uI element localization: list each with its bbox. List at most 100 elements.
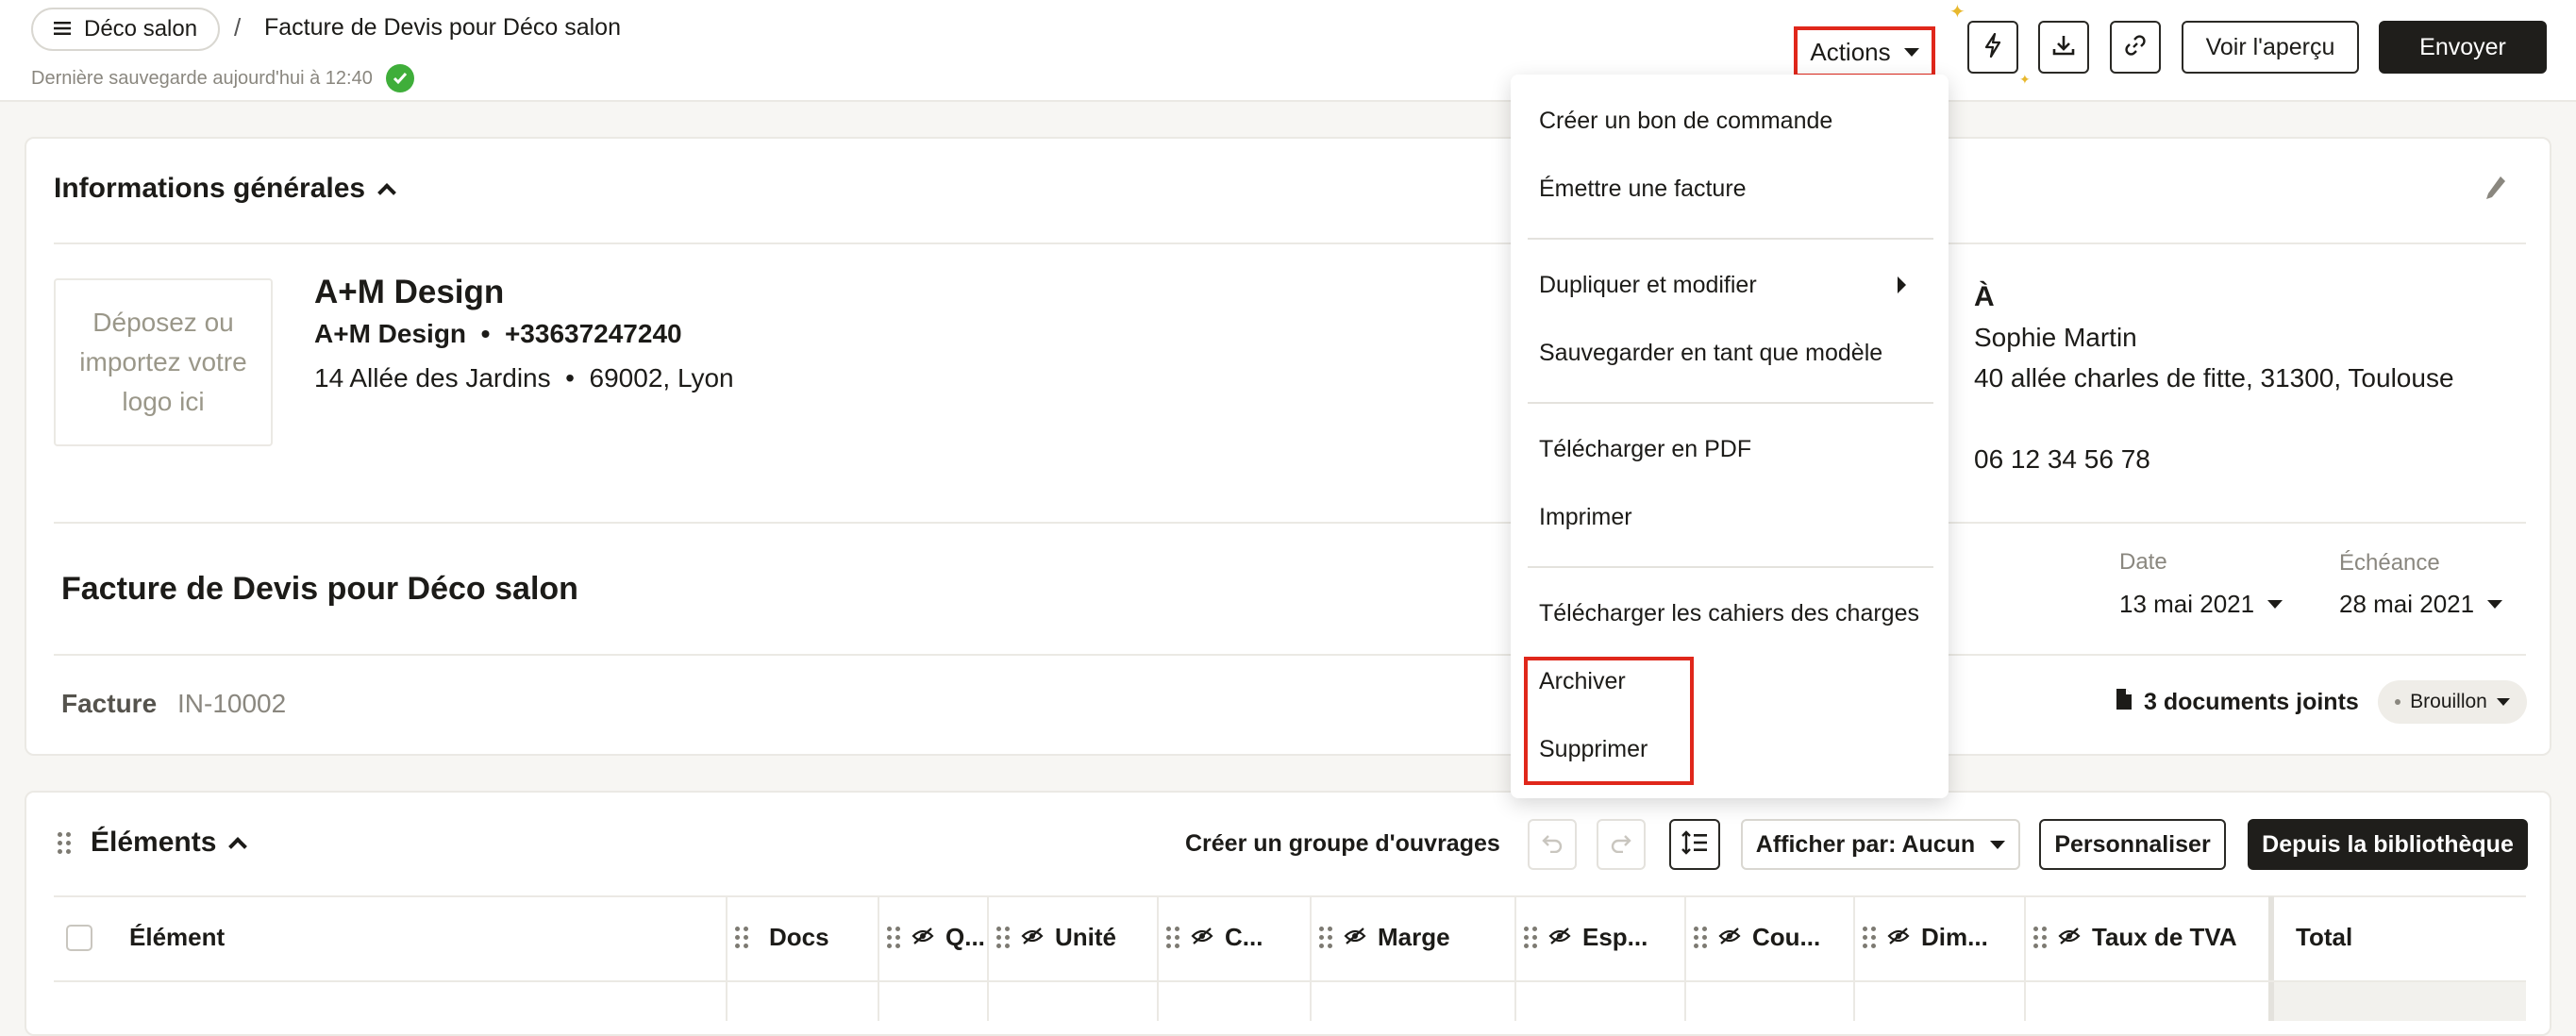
invoice-label: Facture [61, 689, 158, 718]
menu-item-create-purchase-order[interactable]: Créer un bon de commande [1539, 108, 1832, 135]
menu-item-issue-invoice[interactable]: Émettre une facture [1539, 175, 1747, 203]
status-dropdown[interactable]: Brouillon [2378, 680, 2527, 724]
column-divider [878, 896, 879, 1021]
select-all-checkbox[interactable] [66, 925, 92, 951]
caret-down-icon [1903, 47, 1919, 57]
eye-off-icon[interactable] [1548, 923, 1571, 952]
from-library-button[interactable]: Depuis la bibliothèque [2248, 819, 2528, 870]
customize-button[interactable]: Personnaliser [2039, 819, 2226, 870]
pencil-icon[interactable] [2484, 174, 2508, 207]
redo-button[interactable] [1597, 819, 1646, 870]
send-button[interactable]: Envoyer [2379, 21, 2547, 74]
date-value: 13 mai 2021 [2119, 590, 2255, 618]
drag-handle-icon[interactable] [2033, 927, 2047, 948]
chevron-up-icon [228, 837, 248, 856]
drag-handle-icon[interactable] [887, 927, 900, 948]
eye-off-icon[interactable] [2058, 923, 2081, 952]
drag-handle-icon[interactable] [1166, 927, 1179, 948]
menu-item-download-specifications[interactable]: Télécharger les cahiers des charges [1539, 600, 1919, 627]
sparkle-icon: ✦ [1949, 2, 1965, 23]
caret-down-icon [2487, 600, 2503, 609]
chevron-up-icon [377, 183, 396, 202]
logo-upload-dropzone[interactable]: Déposez ou importez votre logo ici [54, 278, 273, 446]
attachments-text: 3 documents joints [2144, 689, 2359, 715]
check-icon [385, 64, 414, 92]
display-by-dropdown[interactable]: Afficher par: Aucun [1741, 819, 2020, 870]
eye-off-icon[interactable] [1718, 923, 1741, 952]
drag-handle-icon[interactable] [996, 927, 1010, 948]
display-by-label: Afficher par: Aucun [1755, 830, 1976, 858]
column-header-margin[interactable]: Marge [1319, 923, 1450, 952]
recipient-label: À [1974, 281, 1995, 312]
client-address: 40 allée charles de fitte, 31300, Toulou… [1974, 363, 2454, 393]
client-phone: 06 12 34 56 78 [1974, 444, 2150, 474]
eye-off-icon[interactable] [1887, 923, 1910, 952]
company-contact-line: A+M Design • +33637247240 [314, 319, 682, 348]
drag-handle-icon[interactable] [735, 927, 748, 948]
undo-icon [1541, 832, 1564, 858]
column-header-dimensions[interactable]: Dim... [1863, 923, 1988, 952]
date-label: Date [2119, 549, 2167, 575]
status-dot-icon [2395, 699, 2401, 705]
caret-down-icon [2267, 600, 2283, 609]
highlight-box [1524, 657, 1694, 785]
quick-action-button[interactable] [1967, 21, 2018, 74]
line-height-button[interactable] [1669, 819, 1720, 870]
column-divider [1684, 896, 1686, 1021]
column-label: Docs [769, 923, 829, 951]
drag-handle-icon[interactable] [1319, 927, 1332, 948]
undo-button[interactable] [1528, 819, 1577, 870]
sparkle-icon: ✦ [2019, 72, 2031, 87]
preview-button[interactable]: Voir l'aperçu [2182, 21, 2359, 74]
eye-off-icon[interactable] [1191, 923, 1213, 952]
actions-button[interactable]: Actions [1794, 26, 1935, 77]
due-date-picker[interactable]: 28 mai 2021 [2339, 590, 2503, 619]
eye-off-icon[interactable] [912, 923, 934, 952]
column-divider [987, 896, 989, 1021]
column-label: Q... [945, 923, 985, 951]
drag-handle-icon[interactable] [1863, 927, 1876, 948]
column-header-quantity[interactable]: Q... [887, 923, 985, 952]
menu-item-print[interactable]: Imprimer [1539, 504, 1632, 531]
column-header-space[interactable]: Esp... [1524, 923, 1648, 952]
invoice-number: IN-10002 [177, 689, 287, 718]
column-header-total[interactable]: Total [2296, 923, 2352, 952]
drag-handle-icon[interactable] [58, 832, 71, 854]
download-button[interactable] [2038, 21, 2089, 74]
column-header-element[interactable]: Élément [129, 923, 225, 952]
download-icon [2051, 33, 2076, 62]
eye-off-icon[interactable] [1344, 923, 1366, 952]
drag-handle-icon[interactable] [1524, 927, 1537, 948]
drag-handle-icon[interactable] [1694, 927, 1707, 948]
general-info-card [25, 137, 2551, 756]
column-header-docs[interactable]: Docs [735, 923, 829, 952]
total-cell [2274, 981, 2526, 1021]
actions-label: Actions [1810, 37, 1891, 66]
column-header-unit[interactable]: Unité [996, 923, 1116, 952]
menu-divider [1528, 238, 1933, 240]
divider [54, 895, 2526, 897]
column-label: C... [1225, 923, 1263, 951]
general-info-toggle[interactable]: Informations générales [54, 173, 396, 205]
column-label: Cou... [1752, 923, 1821, 951]
share-link-button[interactable] [2110, 21, 2161, 74]
column-header-vat[interactable]: Taux de TVA [2033, 923, 2237, 952]
menu-item-download-pdf[interactable]: Télécharger en PDF [1539, 436, 1751, 463]
column-header-cost[interactable]: C... [1166, 923, 1263, 952]
column-header-color[interactable]: Cou... [1694, 923, 1820, 952]
elements-toggle[interactable]: Éléments [91, 827, 248, 859]
menu-item-save-as-template[interactable]: Sauvegarder en tant que modèle [1539, 340, 1882, 367]
save-status: Dernière sauvegarde aujourd'hui à 12:40 [31, 64, 414, 92]
column-label: Esp... [1582, 923, 1648, 951]
document-title: Facture de Devis pour Déco salon [61, 571, 578, 607]
date-picker[interactable]: 13 mai 2021 [2119, 590, 2283, 619]
column-divider [1310, 896, 1312, 1021]
attachments-link[interactable]: 3 documents joints [2116, 688, 2359, 717]
eye-off-icon[interactable] [1021, 923, 1044, 952]
column-label: Taux de TVA [2092, 923, 2237, 951]
create-group-button[interactable]: Créer un groupe d'ouvrages [1185, 830, 1500, 858]
chevron-right-icon [1898, 276, 1906, 293]
project-breadcrumb-button[interactable]: Déco salon [31, 8, 221, 51]
menu-item-duplicate-edit[interactable]: Dupliquer et modifier [1539, 272, 1757, 299]
section-title: Informations générales [54, 173, 366, 204]
